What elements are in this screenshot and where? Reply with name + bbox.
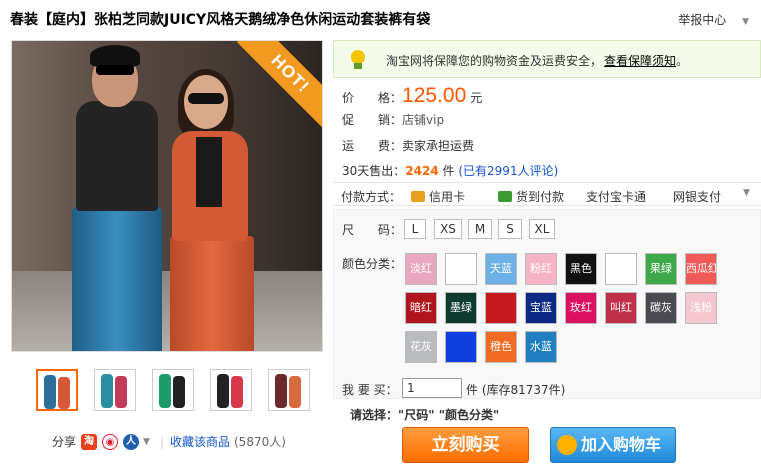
sales-count: 2424: [405, 164, 439, 178]
report-center-label: 举报中心: [678, 13, 727, 27]
price-label: 价 格：: [342, 91, 403, 105]
color-swatch[interactable]: 花灰: [405, 331, 437, 363]
payment-label: 付款方式：: [341, 190, 402, 204]
chevron-down-icon[interactable]: ▼: [742, 17, 749, 27]
share-row: 分享 淘 ◉ 人 ▼ | 收藏该商品 (5870人): [52, 433, 286, 450]
color-swatch[interactable]: 叫红: [605, 292, 637, 324]
size-option[interactable]: XL: [529, 219, 555, 239]
thumbs-up-icon: [351, 50, 365, 69]
stock-text: 件 (库存81737件): [466, 383, 566, 397]
shipping-label: 运 费：: [342, 139, 403, 153]
payment-alipay-card[interactable]: 支付宝卡通: [586, 188, 646, 205]
color-swatch[interactable]: 天蓝: [485, 253, 517, 285]
favorite-link[interactable]: 收藏该商品: [170, 433, 230, 450]
thumbnail[interactable]: [268, 369, 310, 411]
color-swatch[interactable]: [605, 253, 637, 285]
color-swatch[interactable]: 浅粉: [685, 292, 717, 324]
size-option[interactable]: XS: [434, 219, 462, 239]
color-swatch[interactable]: 碳灰: [645, 292, 677, 324]
chevron-down-icon[interactable]: ▼: [743, 188, 750, 198]
size-option[interactable]: L: [404, 219, 426, 239]
quantity-label: 我 要 买：: [342, 383, 398, 397]
color-swatch[interactable]: [445, 253, 477, 285]
payment-cod[interactable]: 货到付款: [498, 188, 564, 205]
thumbnail[interactable]: [210, 369, 252, 411]
price-unit: 元: [470, 91, 483, 105]
thumbnail[interactable]: [152, 369, 194, 411]
credit-card-icon: [411, 191, 425, 202]
color-swatch[interactable]: [485, 292, 517, 324]
color-swatch[interactable]: 黑色: [565, 253, 597, 285]
size-option[interactable]: S: [498, 219, 522, 239]
share-label: 分享: [52, 435, 77, 449]
color-swatch[interactable]: 橙色: [485, 331, 517, 363]
color-swatch[interactable]: 淡红: [405, 253, 437, 285]
quantity-input[interactable]: 1: [402, 378, 462, 398]
product-title: 春装【庭内】张柏芝同款JUICY风格天鹅绒净色休闲运动套装裤有袋: [10, 12, 431, 28]
color-swatch[interactable]: 暗红: [405, 292, 437, 324]
guarantee-banner: 淘宝网将保障您的购物资金及运费安全， 查看保障须知。: [333, 40, 761, 78]
size-label: 尺 码：: [342, 223, 403, 237]
promo-value: 店铺vip: [402, 113, 445, 127]
color-swatch[interactable]: 西瓜红: [685, 253, 717, 285]
cart-icon: [557, 435, 577, 455]
promo-row: 促 销：店铺vip: [342, 111, 444, 128]
color-swatch[interactable]: 水蓝: [525, 331, 557, 363]
taobao-share-icon[interactable]: 淘: [81, 433, 98, 450]
sales-row: 30天售出：2424 件 (已有2991人评论): [342, 164, 559, 178]
main-product-image[interactable]: HOT!: [11, 40, 323, 352]
color-swatch[interactable]: 墨绿: [445, 292, 477, 324]
select-hint: 请选择："尺码" "颜色分类": [350, 408, 500, 422]
color-swatch[interactable]: 果绿: [645, 253, 677, 285]
price-value: 125.00: [402, 84, 467, 107]
price-row: 价 格：125.00 元: [342, 84, 482, 108]
chevron-down-icon[interactable]: ▼: [143, 437, 150, 447]
color-swatch[interactable]: [445, 331, 477, 363]
shipping-value: 卖家承担运费: [402, 139, 475, 153]
shipping-row: 运 费：卖家承担运费: [342, 137, 474, 154]
guarantee-link[interactable]: 查看保障须知: [604, 54, 676, 68]
thumbnail-strip: [36, 369, 310, 411]
promo-label: 促 销：: [342, 113, 403, 127]
color-swatch[interactable]: 玫红: [565, 292, 597, 324]
thumbnail[interactable]: [94, 369, 136, 411]
thumbnail[interactable]: [36, 369, 78, 411]
payment-online-bank[interactable]: 网银支付: [673, 188, 721, 205]
size-option[interactable]: M: [468, 219, 492, 239]
sales-label: 30天售出：: [342, 164, 406, 178]
buy-now-button[interactable]: 立刻购买: [402, 427, 529, 463]
favorite-count: (5870人): [234, 435, 286, 449]
add-to-cart-button[interactable]: 加入购物车: [550, 427, 676, 463]
color-label: 颜色分类：: [342, 257, 403, 271]
renren-share-icon[interactable]: 人: [123, 433, 140, 450]
cash-icon: [498, 191, 512, 202]
payment-credit-card[interactable]: 信用卡: [411, 188, 465, 205]
color-swatch[interactable]: 宝蓝: [525, 292, 557, 324]
payment-bar: 付款方式： 信用卡 货到付款 支付宝卡通 网银支付 ▼: [333, 182, 761, 206]
guarantee-text: 淘宝网将保障您的购物资金及运费安全，: [386, 54, 603, 68]
review-link[interactable]: (已有2991人评论): [458, 164, 558, 178]
color-swatch[interactable]: 粉红: [525, 253, 557, 285]
report-center-link[interactable]: 举报中心 ▼: [678, 11, 749, 28]
weibo-share-icon[interactable]: ◉: [102, 433, 119, 450]
